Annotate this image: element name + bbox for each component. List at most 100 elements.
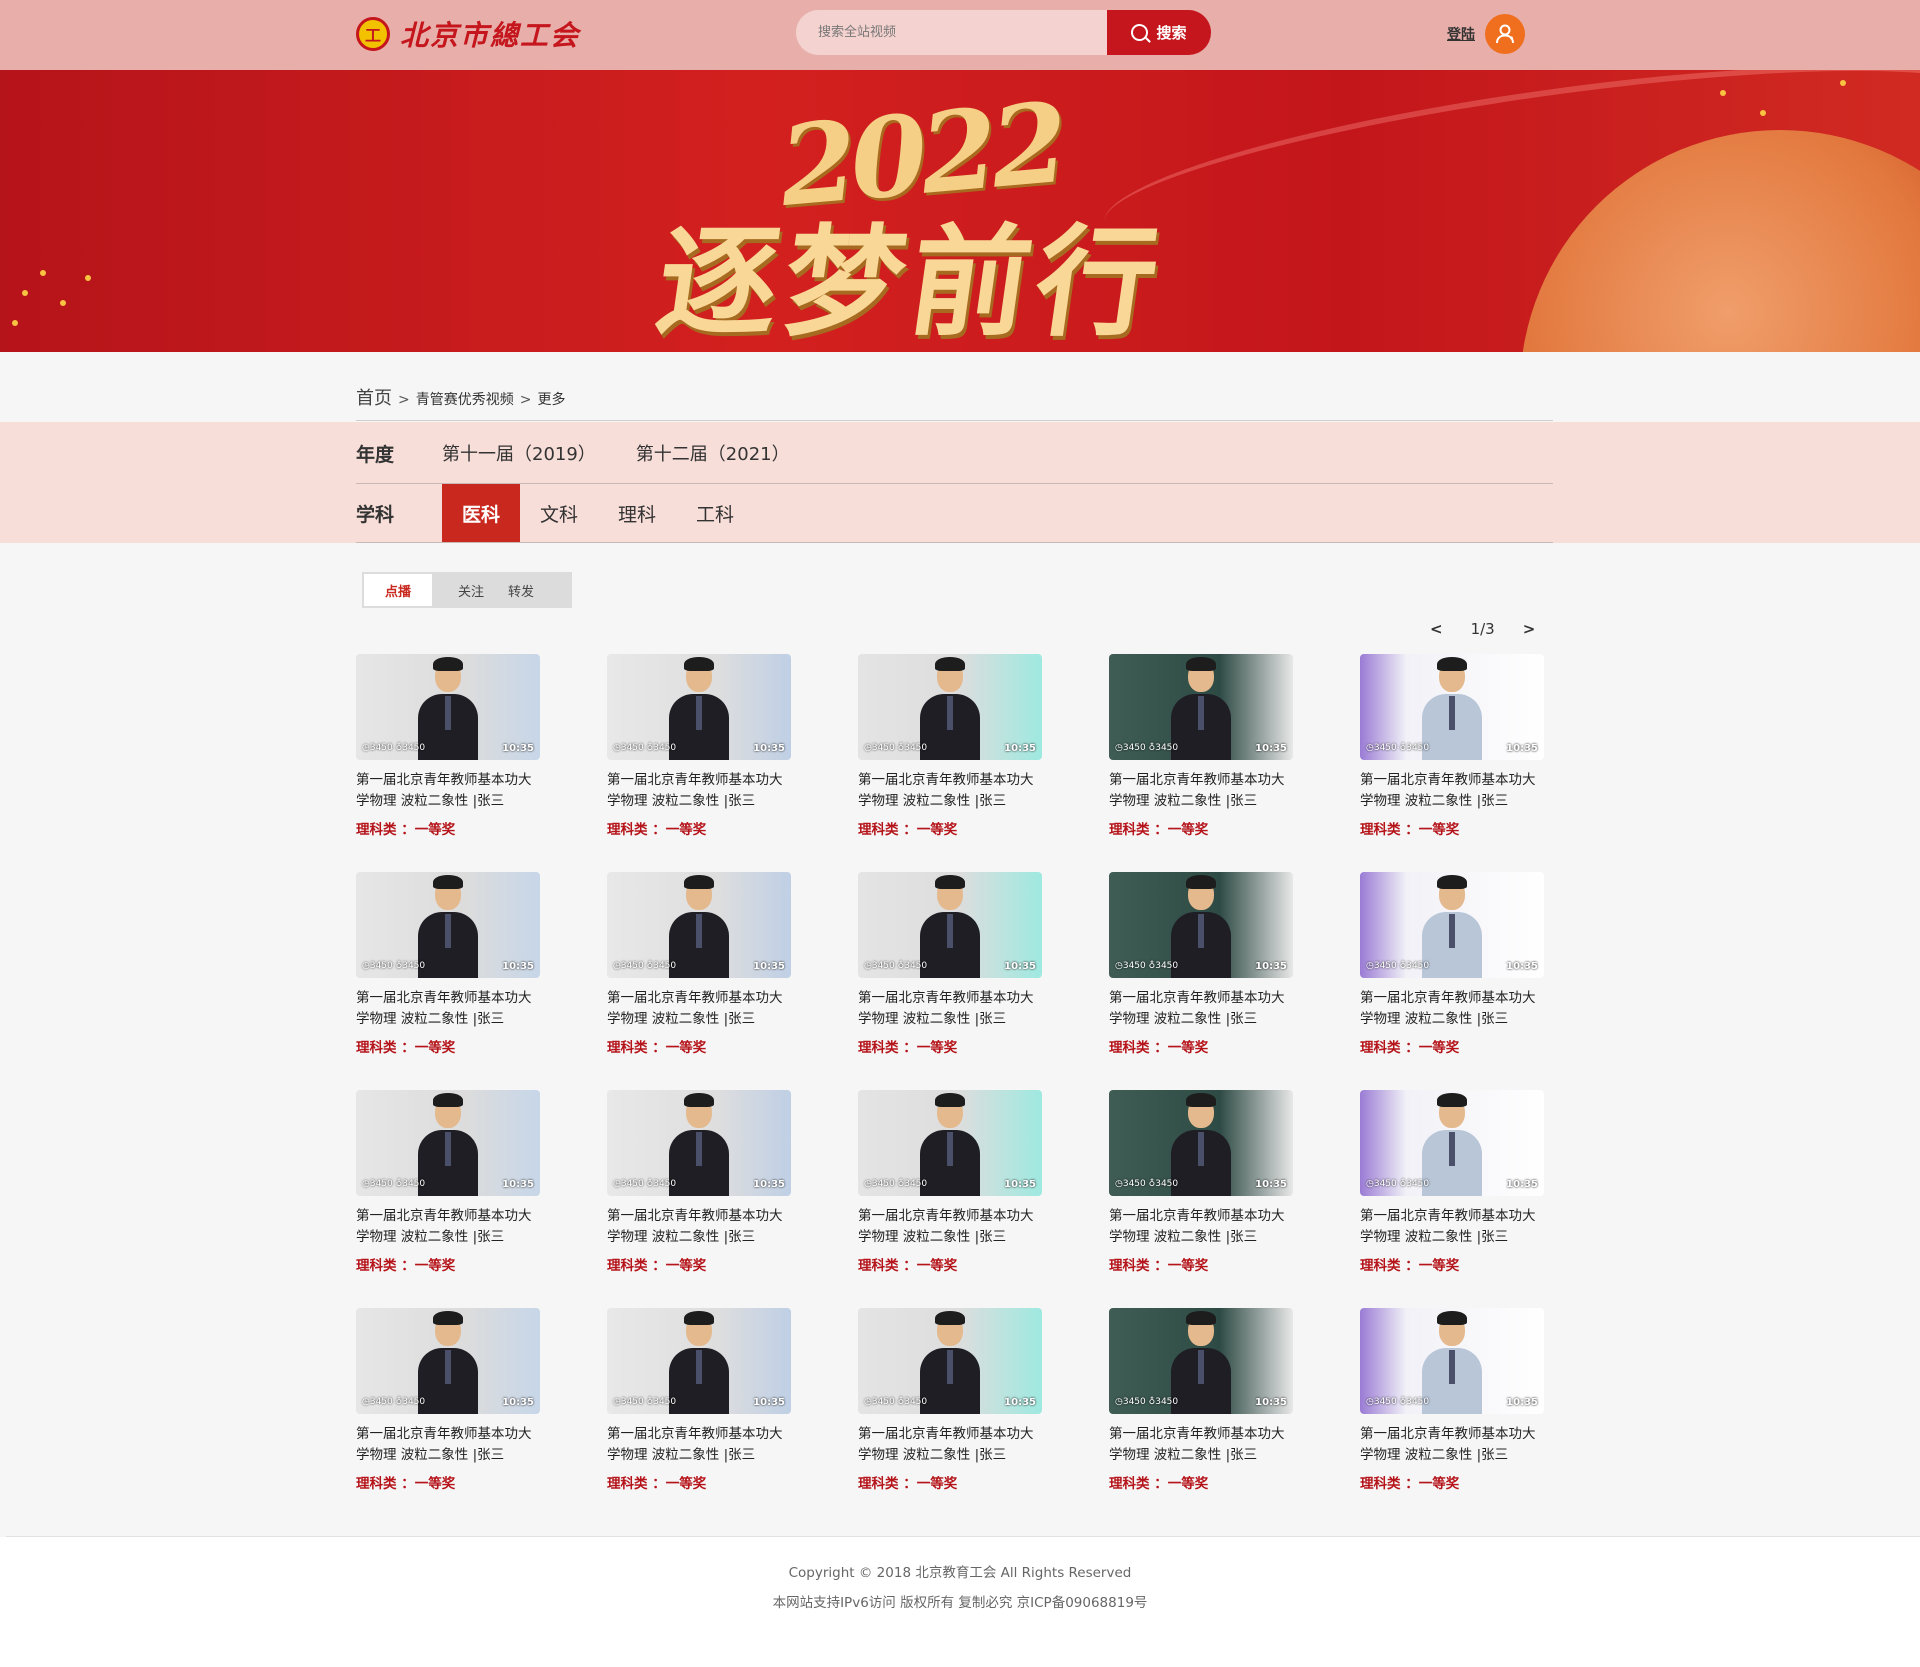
- video-title[interactable]: 第一届北京青年教师基本功大学物理 波粒二象性 |张三: [607, 988, 791, 1030]
- presenter-figure: [1422, 1311, 1482, 1414]
- video-card[interactable]: ◷3450 ♁3450 10:35 第一届北京青年教师基本功大学物理 波粒二象性 |…: [858, 1308, 1042, 1526]
- video-title[interactable]: 第一届北京青年教师基本功大学物理 波粒二象性 |张三: [356, 1424, 540, 1466]
- site-footer: Copyright © 2018 北京教育工会 All Rights Reser…: [0, 1537, 1920, 1667]
- video-title[interactable]: 第一届北京青年教师基本功大学物理 波粒二象性 |张三: [1360, 1206, 1544, 1248]
- view-count-icon: ◷: [864, 961, 872, 971]
- pager-prev-button[interactable]: <: [1430, 620, 1443, 638]
- video-duration: 10:35: [1004, 1397, 1036, 1408]
- logo-text: 北京市總工会: [400, 19, 581, 52]
- sort-tab-follows[interactable]: 关注: [458, 581, 484, 600]
- subject-tab-medicine[interactable]: 医科: [442, 484, 521, 542]
- sort-tab-plays[interactable]: 点播: [364, 574, 432, 606]
- video-thumbnail[interactable]: ◷3450 ♁3450 10:35: [1109, 872, 1293, 978]
- video-award-tag: 理科类 ：一等奖: [356, 1476, 456, 1492]
- video-title[interactable]: 第一届北京青年教师基本功大学物理 波粒二象性 |张三: [356, 1206, 540, 1248]
- breadcrumb-level1[interactable]: 青管赛优秀视频: [416, 389, 514, 409]
- video-card[interactable]: ◷3450 ♁3450 10:35 第一届北京青年教师基本功大学物理 波粒二象性 |…: [1109, 872, 1293, 1090]
- video-award-tag: 理科类 ：一等奖: [1109, 1258, 1209, 1274]
- video-title[interactable]: 第一届北京青年教师基本功大学物理 波粒二象性 |张三: [858, 1206, 1042, 1248]
- login-area[interactable]: 登陆: [1447, 14, 1525, 54]
- video-thumbnail[interactable]: ◷3450 ♁3450 10:35: [1360, 872, 1544, 978]
- video-title[interactable]: 第一届北京青年教师基本功大学物理 波粒二象性 |张三: [1360, 1424, 1544, 1466]
- view-count-icon: ◷: [1115, 743, 1123, 753]
- year-option-2019[interactable]: 第十一届（2019）: [442, 440, 596, 466]
- video-thumbnail[interactable]: ◷3450 ♁3450 10:35: [1109, 654, 1293, 760]
- video-thumbnail[interactable]: ◷3450 ♁3450 10:35: [1109, 1308, 1293, 1414]
- video-thumbnail[interactable]: ◷3450 ♁3450 10:35: [356, 1090, 540, 1196]
- video-card[interactable]: ◷3450 ♁3450 10:35 第一届北京青年教师基本功大学物理 波粒二象性 |…: [1109, 1308, 1293, 1526]
- video-card[interactable]: ◷3450 ♁3450 10:35 第一届北京青年教师基本功大学物理 波粒二象性 |…: [607, 654, 791, 872]
- video-card[interactable]: ◷3450 ♁3450 10:35 第一届北京青年教师基本功大学物理 波粒二象性 |…: [356, 1090, 540, 1308]
- video-stats: ◷3450 ♁3450: [864, 961, 927, 971]
- video-thumbnail[interactable]: ◷3450 ♁3450 10:35: [1360, 1090, 1544, 1196]
- video-card[interactable]: ◷3450 ♁3450 10:35 第一届北京青年教师基本功大学物理 波粒二象性 |…: [1360, 654, 1544, 872]
- video-thumbnail[interactable]: ◷3450 ♁3450 10:35: [607, 1308, 791, 1414]
- video-award-tag: 理科类 ：一等奖: [356, 822, 456, 838]
- subject-tab-science[interactable]: 理科: [598, 484, 676, 542]
- video-title[interactable]: 第一届北京青年教师基本功大学物理 波粒二象性 |张三: [858, 1424, 1042, 1466]
- video-card[interactable]: ◷3450 ♁3450 10:35 第一届北京青年教师基本功大学物理 波粒二象性 |…: [607, 1308, 791, 1526]
- breadcrumb-home[interactable]: 首页: [356, 384, 392, 410]
- video-title[interactable]: 第一届北京青年教师基本功大学物理 波粒二象性 |张三: [1360, 988, 1544, 1030]
- video-title[interactable]: 第一届北京青年教师基本功大学物理 波粒二象性 |张三: [858, 988, 1042, 1030]
- breadcrumb-level2: 更多: [537, 392, 566, 408]
- sort-tab-shares[interactable]: 转发: [508, 581, 534, 600]
- video-card[interactable]: ◷3450 ♁3450 10:35 第一届北京青年教师基本功大学物理 波粒二象性 |…: [1109, 654, 1293, 872]
- video-card[interactable]: ◷3450 ♁3450 10:35 第一届北京青年教师基本功大学物理 波粒二象性 |…: [858, 654, 1042, 872]
- video-thumbnail[interactable]: ◷3450 ♁3450 10:35: [356, 1308, 540, 1414]
- video-title[interactable]: 第一届北京青年教师基本功大学物理 波粒二象性 |张三: [1109, 988, 1293, 1030]
- video-title[interactable]: 第一届北京青年教师基本功大学物理 波粒二象性 |张三: [1109, 1424, 1293, 1466]
- video-card[interactable]: ◷3450 ♁3450 10:35 第一届北京青年教师基本功大学物理 波粒二象性 |…: [858, 872, 1042, 1090]
- filter-panel: 年度 第十一届（2019） 第十二届（2021） 学科 医科 文科 理科 工科: [0, 422, 1920, 543]
- video-card[interactable]: ◷3450 ♁3450 10:35 第一届北京青年教师基本功大学物理 波粒二象性 |…: [356, 654, 540, 872]
- video-card[interactable]: ◷3450 ♁3450 10:35 第一届北京青年教师基本功大学物理 波粒二象性 |…: [1109, 1090, 1293, 1308]
- video-title[interactable]: 第一届北京青年教师基本功大学物理 波粒二象性 |张三: [607, 1424, 791, 1466]
- video-duration: 10:35: [1255, 1179, 1287, 1190]
- presenter-figure: [920, 875, 980, 978]
- user-icon[interactable]: [1485, 14, 1525, 54]
- video-title[interactable]: 第一届北京青年教师基本功大学物理 波粒二象性 |张三: [1109, 770, 1293, 812]
- view-count: 3450: [369, 1179, 393, 1189]
- subject-tab-liberal-arts[interactable]: 文科: [520, 484, 598, 542]
- video-thumbnail[interactable]: ◷3450 ♁3450 10:35: [1360, 1308, 1544, 1414]
- video-duration: 10:35: [753, 743, 785, 754]
- video-thumbnail[interactable]: ◷3450 ♁3450 10:35: [858, 1090, 1042, 1196]
- video-thumbnail[interactable]: ◷3450 ♁3450 10:35: [607, 872, 791, 978]
- login-link[interactable]: 登陆: [1447, 24, 1475, 44]
- video-thumbnail[interactable]: ◷3450 ♁3450 10:35: [356, 654, 540, 760]
- video-thumbnail[interactable]: ◷3450 ♁3450 10:35: [858, 654, 1042, 760]
- video-card[interactable]: ◷3450 ♁3450 10:35 第一届北京青年教师基本功大学物理 波粒二象性 |…: [607, 872, 791, 1090]
- video-card[interactable]: ◷3450 ♁3450 10:35 第一届北京青年教师基本功大学物理 波粒二象性 |…: [607, 1090, 791, 1308]
- video-title[interactable]: 第一届北京青年教师基本功大学物理 波粒二象性 |张三: [1109, 1206, 1293, 1248]
- video-card[interactable]: ◷3450 ♁3450 10:35 第一届北京青年教师基本功大学物理 波粒二象性 |…: [1360, 1090, 1544, 1308]
- video-card[interactable]: ◷3450 ♁3450 10:35 第一届北京青年教师基本功大学物理 波粒二象性 |…: [858, 1090, 1042, 1308]
- video-thumbnail[interactable]: ◷3450 ♁3450 10:35: [858, 872, 1042, 978]
- banner-slogan: 逐梦前行: [648, 212, 1173, 352]
- subject-tab-engineering[interactable]: 工科: [676, 484, 754, 542]
- video-title[interactable]: 第一届北京青年教师基本功大学物理 波粒二象性 |张三: [607, 770, 791, 812]
- site-logo[interactable]: 工 北京市總工会: [356, 14, 580, 54]
- video-title[interactable]: 第一届北京青年教师基本功大学物理 波粒二象性 |张三: [858, 770, 1042, 812]
- banner-dot: [40, 270, 46, 276]
- video-thumbnail[interactable]: ◷3450 ♁3450 10:35: [1360, 654, 1544, 760]
- video-thumbnail[interactable]: ◷3450 ♁3450 10:35: [607, 1090, 791, 1196]
- footer-notice: 本网站支持IPv6访问 版权所有 复制必究 京ICP备09068819号: [772, 1595, 1148, 1611]
- pager-next-button[interactable]: >: [1523, 620, 1536, 638]
- video-card[interactable]: ◷3450 ♁3450 10:35 第一届北京青年教师基本功大学物理 波粒二象性 |…: [356, 1308, 540, 1526]
- video-card[interactable]: ◷3450 ♁3450 10:35 第一届北京青年教师基本功大学物理 波粒二象性 |…: [1360, 1308, 1544, 1526]
- video-title[interactable]: 第一届北京青年教师基本功大学物理 波粒二象性 |张三: [356, 988, 540, 1030]
- search-input[interactable]: [796, 10, 1107, 55]
- video-duration: 10:35: [502, 1397, 534, 1408]
- video-thumbnail[interactable]: ◷3450 ♁3450 10:35: [356, 872, 540, 978]
- video-card[interactable]: ◷3450 ♁3450 10:35 第一届北京青年教师基本功大学物理 波粒二象性 |…: [1360, 872, 1544, 1090]
- search-button[interactable]: 搜索: [1107, 10, 1211, 55]
- video-title[interactable]: 第一届北京青年教师基本功大学物理 波粒二象性 |张三: [356, 770, 540, 812]
- video-award-tag: 理科类 ：一等奖: [607, 1040, 707, 1056]
- video-title[interactable]: 第一届北京青年教师基本功大学物理 波粒二象性 |张三: [1360, 770, 1544, 812]
- video-thumbnail[interactable]: ◷3450 ♁3450 10:35: [858, 1308, 1042, 1414]
- video-thumbnail[interactable]: ◷3450 ♁3450 10:35: [607, 654, 791, 760]
- video-card[interactable]: ◷3450 ♁3450 10:35 第一届北京青年教师基本功大学物理 波粒二象性 |…: [356, 872, 540, 1090]
- video-thumbnail[interactable]: ◷3450 ♁3450 10:35: [1109, 1090, 1293, 1196]
- year-option-2021[interactable]: 第十二届（2021）: [636, 440, 790, 466]
- video-title[interactable]: 第一届北京青年教师基本功大学物理 波粒二象性 |张三: [607, 1206, 791, 1248]
